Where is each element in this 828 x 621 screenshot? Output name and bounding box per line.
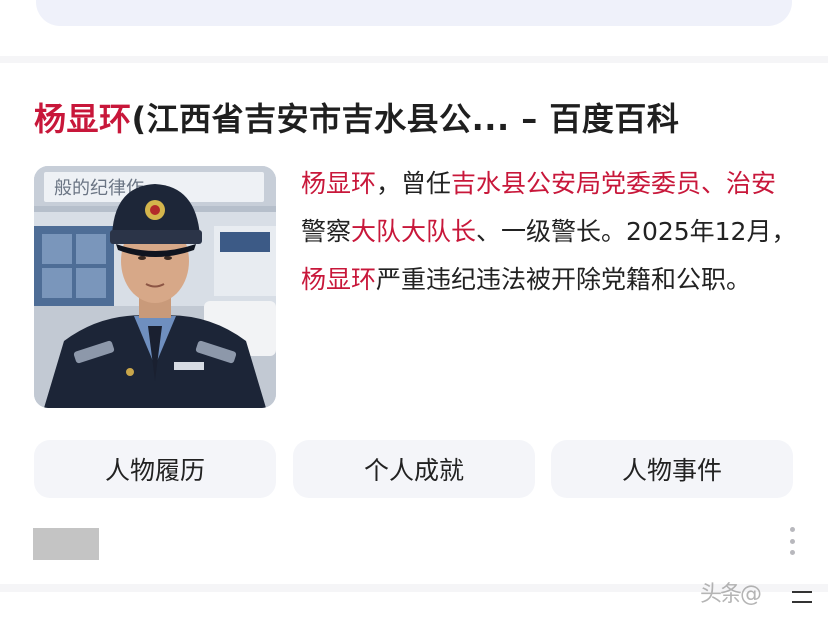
title-text: (江西省吉安市吉水县公... – 百度百科 [131,100,680,138]
keyword-highlight: 杨显环 [301,265,377,294]
divider [0,56,828,63]
abstract-text: 严重违纪违法被开除党籍和公职。 [376,265,752,294]
tab-personal-achievements[interactable]: 个人成就 [293,440,535,498]
previous-result-card[interactable] [36,0,792,26]
tab-person-events[interactable]: 人物事件 [551,440,793,498]
source-info-redacted [33,528,99,560]
link-jishui-police-committee[interactable]: 吉水县公安局党委委员、治安 [451,169,776,198]
title-keyword: 杨显环 [34,100,132,138]
result-title-link[interactable]: 杨显环(江西省吉安市吉水县公... – 百度百科 [34,96,814,142]
tab-person-history[interactable]: 人物履历 [34,440,276,498]
keyword-highlight: 杨显环 [301,169,377,198]
link-brigade-leader[interactable]: 大队大队长 [351,217,476,246]
abstract-text: ，曾任 [376,169,452,198]
abstract-text: 、一级警长。2025年12月， [476,217,797,246]
abstract-text: 警察 [301,217,352,246]
search-result-page: 杨显环(江西省吉安市吉水县公... – 百度百科 般的纪律作 杨显环，曾任吉水县… [0,0,828,621]
result-abstract: 杨显环，曾任吉水县公安局党委委员、治安警察大队大队长、一级警长。2025年12月… [301,160,801,304]
person-photo[interactable]: 般的纪律作 [34,166,276,408]
menu-icon[interactable] [792,587,812,607]
more-options-icon[interactable] [784,527,800,555]
